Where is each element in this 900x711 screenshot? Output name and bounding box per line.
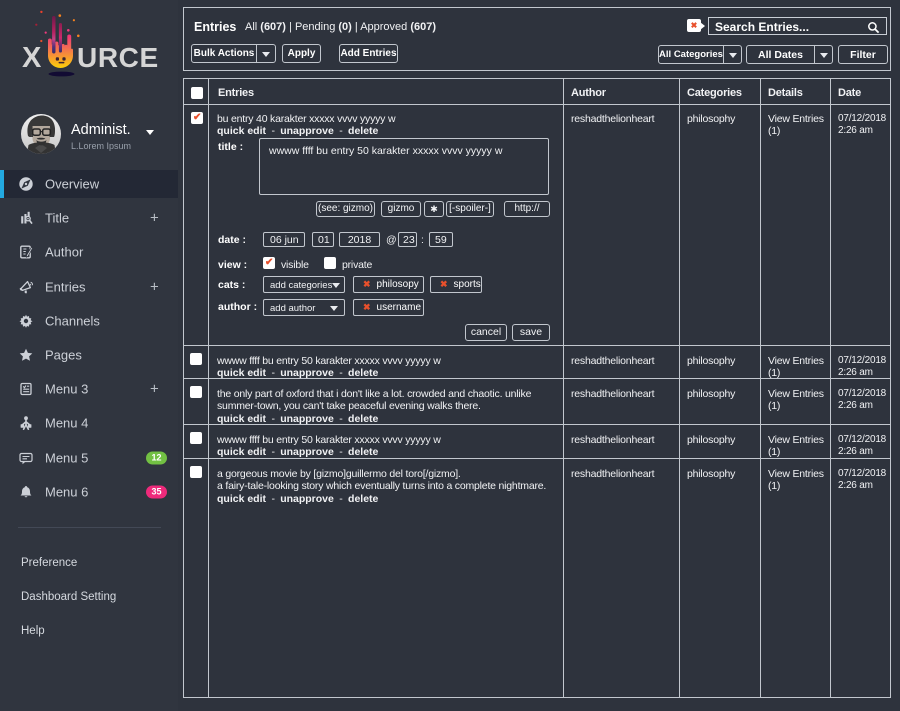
svg-text:URCE: URCE <box>77 42 159 73</box>
svg-text:X: X <box>22 42 42 74</box>
